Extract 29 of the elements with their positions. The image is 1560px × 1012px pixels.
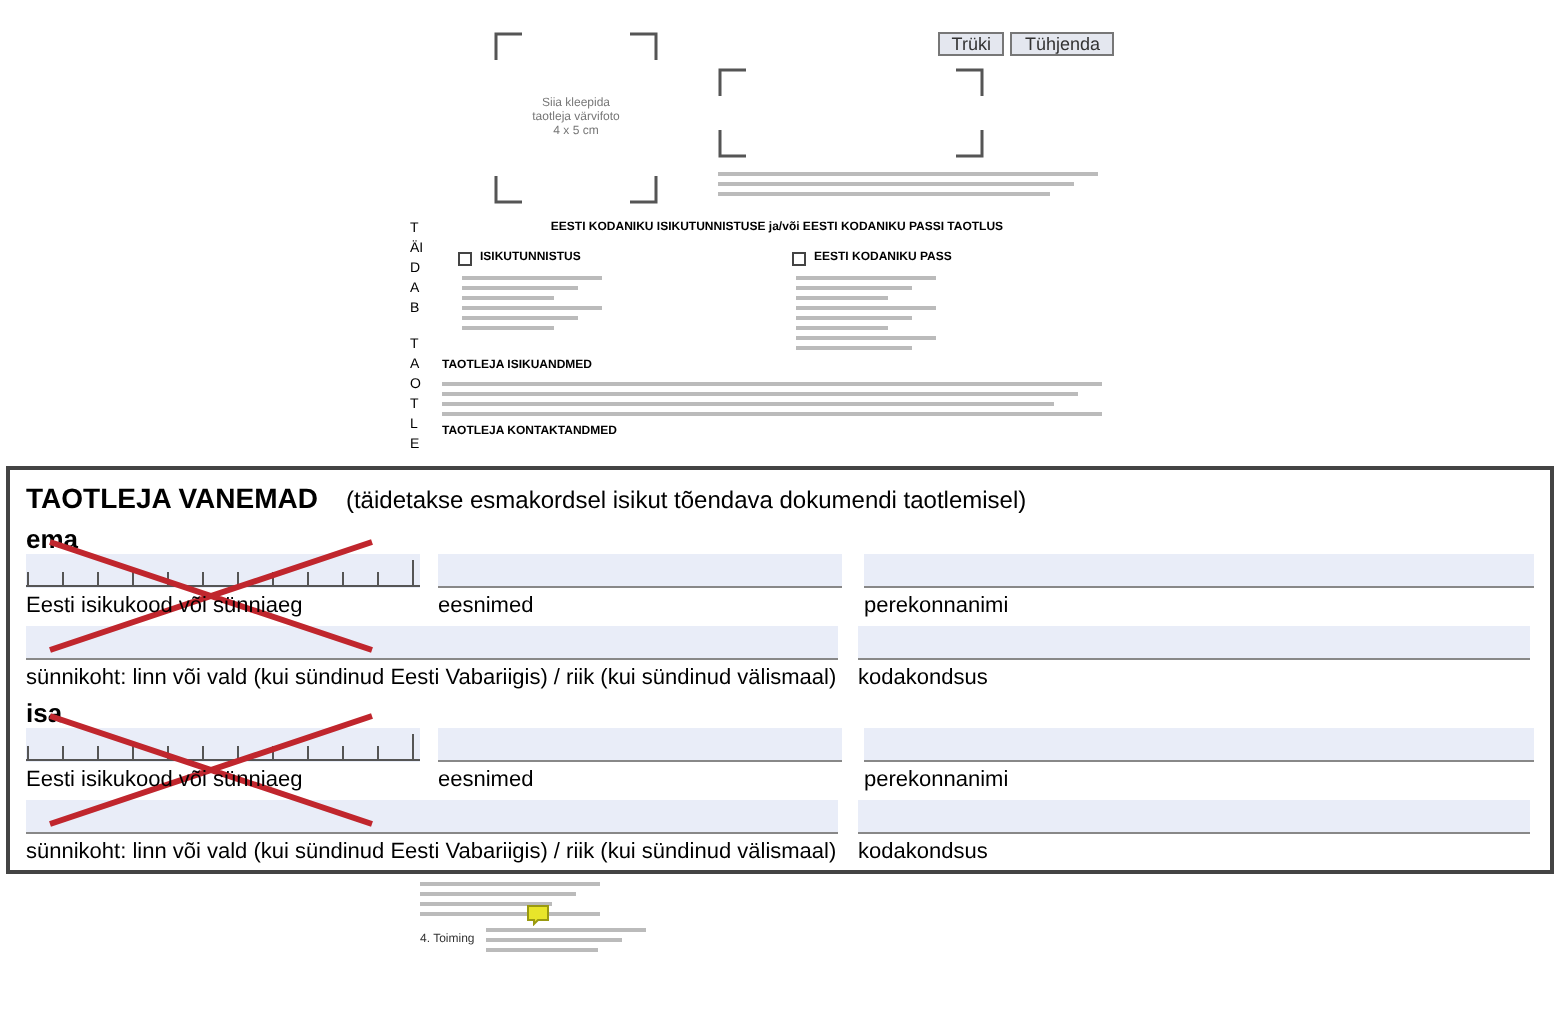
segment-ticks-icon bbox=[26, 560, 420, 588]
field-caption: sünnikoht: linn või vald (kui sündinud Eesti Vabariigis) / riik (kui sündinud välismaal) bbox=[26, 666, 838, 690]
field-caption: sünnikoht: linn või vald (kui sündinud Eesti Vabariigis) / riik (kui sündinud välismaal) bbox=[26, 840, 838, 864]
birthplace-field[interactable] bbox=[26, 800, 838, 834]
checkbox[interactable] bbox=[458, 252, 472, 266]
first-name-field[interactable] bbox=[438, 728, 842, 762]
checkbox[interactable] bbox=[792, 252, 806, 266]
form-button[interactable]: Trüki bbox=[937, 32, 1005, 56]
segment-ticks-icon bbox=[26, 734, 420, 762]
id-code-field[interactable] bbox=[26, 728, 420, 762]
last-name-field[interactable] bbox=[864, 728, 1534, 762]
field-caption: perekonnanimi bbox=[864, 594, 1011, 618]
field-caption: kodakondsus bbox=[858, 840, 990, 864]
id-code-field[interactable] bbox=[26, 554, 420, 588]
panel-subtitle: (täidetakse esmakordsel isikut tõendava dokumendi taotlemisel) bbox=[345, 484, 1027, 518]
citizenship-field[interactable] bbox=[858, 626, 1530, 660]
last-name-field[interactable] bbox=[864, 554, 1534, 588]
comment-icon bbox=[526, 904, 550, 926]
field-caption: eesnimed bbox=[438, 594, 536, 618]
field-caption: perekonnanimi bbox=[864, 768, 1011, 792]
form-button[interactable]: Tühjenda bbox=[1010, 32, 1114, 56]
citizenship-field[interactable] bbox=[858, 800, 1530, 834]
reason-options-drawing bbox=[462, 274, 602, 334]
field-caption: kodakondsus bbox=[858, 666, 990, 690]
birthplace-field[interactable] bbox=[26, 626, 838, 660]
reason-options-drawing bbox=[796, 274, 936, 354]
panel-title: TAOTLEJA VANEMAD bbox=[26, 480, 318, 518]
field-caption: eesnimed bbox=[438, 768, 536, 792]
first-name-field[interactable] bbox=[438, 554, 842, 588]
